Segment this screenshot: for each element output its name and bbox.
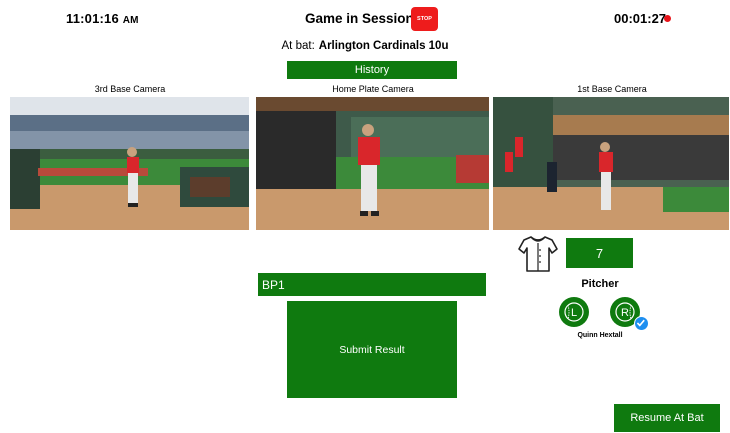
result-input[interactable] <box>258 273 486 296</box>
pitcher-label: Pitcher <box>581 278 619 290</box>
clock: 11:01:16 AM <box>66 11 139 26</box>
stop-button[interactable]: STOP <box>411 7 438 31</box>
camera-feed-1st-base[interactable] <box>493 97 729 230</box>
left-hand-icon[interactable]: L <box>559 297 589 327</box>
left-hand-letter: L <box>571 307 577 319</box>
at-bat-label: At bat: <box>281 40 315 52</box>
jersey-number[interactable]: 7 <box>566 238 633 268</box>
submit-result-button[interactable]: Submit Result <box>287 301 457 398</box>
session-title: Game in Session <box>305 11 414 26</box>
camera-label-home-plate: Home Plate Camera <box>332 84 414 94</box>
clock-time: 11:01:16 <box>66 11 119 26</box>
at-bat-team: Arlington Cardinals 10u <box>318 40 449 52</box>
record-dot-icon <box>664 15 671 22</box>
pitcher-name: Quinn Hextall <box>577 332 623 339</box>
session-timer: 00:01:27 <box>614 11 667 26</box>
at-bat-line: At bat: Arlington Cardinals 10u <box>0 40 730 52</box>
jersey-icon <box>518 235 558 273</box>
camera-feed-home-plate[interactable] <box>256 97 489 230</box>
camera-label-1st-base: 1st Base Camera <box>577 84 647 94</box>
resume-at-bat-button[interactable]: Resume At Bat <box>614 404 720 432</box>
camera-label-3rd-base: 3rd Base Camera <box>94 84 166 94</box>
history-button[interactable]: History <box>287 61 457 79</box>
checkmark-icon <box>634 316 649 331</box>
camera-feed-3rd-base[interactable] <box>10 97 249 230</box>
clock-ampm: AM <box>122 15 139 26</box>
right-hand-letter: R <box>621 307 629 319</box>
